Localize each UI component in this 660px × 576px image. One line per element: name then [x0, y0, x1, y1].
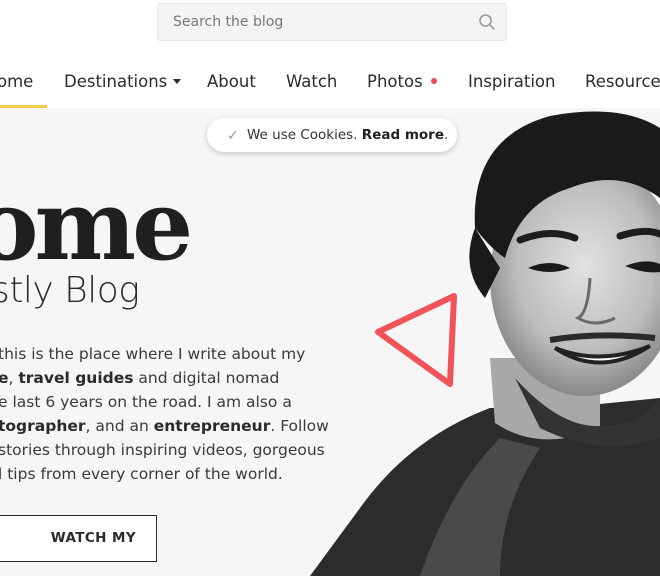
text-fragment: stories through inspiring videos, gorgeo…	[0, 441, 325, 459]
text-fragment-bold: tographer	[0, 417, 86, 435]
check-icon: ✓	[227, 128, 239, 144]
hero-text-line: l tips from every corner of the world.	[0, 462, 328, 486]
nav-item-destinations[interactable]: Destinations	[64, 72, 182, 91]
cookie-text: We use Cookies.	[247, 127, 358, 143]
search-bar	[157, 3, 507, 41]
play-triangle-icon	[375, 293, 457, 387]
cookie-suffix: .	[443, 127, 449, 143]
hero-description: this is the place where I write about my…	[0, 342, 329, 486]
notification-dot-icon	[430, 78, 437, 84]
nav-item-label: About	[207, 72, 256, 91]
text-fragment: and digital nomad	[133, 369, 280, 387]
hero-text-line: this is the place where I write about my	[0, 342, 328, 366]
nav-item-inspiration[interactable]: Inspiration	[468, 72, 555, 91]
text-fragment: . Follow	[270, 417, 329, 435]
search-input[interactable]	[158, 4, 468, 40]
hero-section: come Listly Blog this is the place where…	[0, 108, 660, 576]
nav-item-label: Inspiration	[468, 72, 556, 91]
hero-title: come	[0, 169, 193, 282]
hero-text-line: tographer, and an entrepreneur. Follow	[0, 414, 329, 438]
nav-item-label: Watch	[286, 72, 338, 91]
nav-item-label: ome	[0, 72, 34, 91]
watch-videos-button[interactable]: WATCH MY VIDEOS	[0, 515, 157, 576]
nav-item-label: Photos	[367, 72, 423, 91]
text-fragment: this is the place where I write about my	[0, 345, 306, 363]
text-fragment-bold: travel guides	[18, 369, 134, 387]
caret-down-icon	[173, 79, 182, 84]
text-fragment-bold: e	[0, 369, 9, 387]
cookie-notice: ✓ We use Cookies. Read more.	[207, 118, 457, 152]
search-icon[interactable]	[478, 13, 496, 31]
main-nav: ome Destinations About Watch Photos Insp…	[0, 60, 660, 108]
nav-item-watch[interactable]: Watch	[286, 72, 337, 91]
hero-text-line: stories through inspiring videos, gorgeo…	[0, 438, 328, 462]
nav-item-about[interactable]: About	[207, 72, 256, 91]
nav-item-label: Resources	[585, 72, 660, 91]
hero-subtitle: Listly Blog	[0, 270, 140, 311]
text-fragment: ,	[8, 369, 19, 387]
nav-item-label: Destinations	[64, 72, 168, 91]
text-fragment: , and an	[85, 417, 154, 435]
read-more-link[interactable]: Read more	[362, 127, 444, 143]
text-fragment: e last 6 years on the road. I am also a	[0, 393, 292, 411]
portrait-photo	[310, 111, 660, 576]
nav-item-home[interactable]: ome	[0, 72, 48, 108]
hero-text-line: e, travel guides and digital nomad	[0, 366, 328, 390]
cookie-message: We use Cookies. Read more.	[247, 118, 448, 152]
hero-text-line: e last 6 years on the road. I am also a	[0, 390, 328, 414]
nav-item-resources[interactable]: Resources	[585, 72, 660, 91]
text-fragment-bold: entrepreneur	[153, 417, 271, 435]
text-fragment: l tips from every corner of the world.	[0, 465, 283, 483]
nav-item-photos[interactable]: Photos	[367, 72, 437, 91]
